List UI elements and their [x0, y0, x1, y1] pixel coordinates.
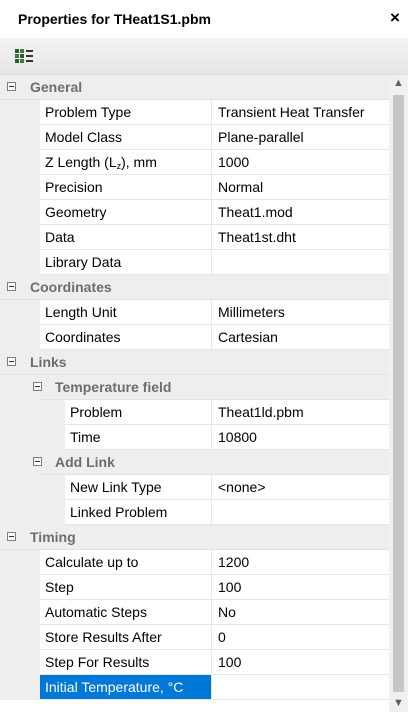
property-value[interactable]: Transient Heat Transfer [212, 100, 389, 125]
window-title: Properties for THeat1S1.pbm [18, 11, 211, 27]
collapse-links-toggle[interactable] [7, 357, 16, 366]
property-value[interactable]: <none> [212, 475, 389, 500]
property-value[interactable]: 100 [212, 575, 389, 600]
collapse-temperature-field-toggle[interactable] [33, 382, 42, 391]
category-timing: Timing [0, 525, 389, 550]
category-temperature-field-label: Temperature field [55, 379, 172, 395]
property-name: Model Class [40, 125, 212, 150]
scroll-down-icon[interactable]: ▼ [389, 695, 408, 712]
property-value[interactable]: Theat1ld.pbm [212, 400, 389, 425]
properties-grid-icon[interactable] [14, 47, 36, 67]
vertical-scrollbar[interactable]: ▲ ▼ [389, 75, 408, 712]
property-value[interactable]: 10800 [212, 425, 389, 450]
property-name: Time [65, 425, 212, 450]
property-name: Store Results After [40, 625, 212, 650]
property-name: Precision [40, 175, 212, 200]
property-name: Step [40, 575, 212, 600]
property-value[interactable] [212, 250, 389, 275]
property-grid: General Problem Type Transient Heat Tran… [0, 75, 389, 712]
property-value[interactable]: 100 [212, 650, 389, 675]
close-icon[interactable]: × [385, 8, 405, 28]
property-name: Step For Results [40, 650, 212, 675]
category-add-link-label: Add Link [55, 454, 115, 470]
property-row-automatic-steps[interactable]: Automatic Steps No [0, 600, 389, 625]
property-name: Data [40, 225, 212, 250]
property-name: Automatic Steps [40, 600, 212, 625]
property-value[interactable]: Theat1.mod [212, 200, 389, 225]
category-links: Links [0, 350, 389, 375]
property-name: Library Data [40, 250, 212, 275]
scrollbar-thumb[interactable] [393, 95, 404, 692]
property-row-tf-time[interactable]: Time 10800 [0, 425, 389, 450]
property-row-step[interactable]: Step 100 [0, 575, 389, 600]
category-temperature-field: Temperature field [0, 375, 389, 400]
property-value[interactable]: Plane-parallel [212, 125, 389, 150]
collapse-general-toggle[interactable] [7, 82, 16, 91]
property-name: Problem Type [40, 100, 212, 125]
property-name: Calculate up to [40, 550, 212, 575]
property-name: Initial Temperature, °C [40, 675, 212, 700]
property-name: Geometry [40, 200, 212, 225]
property-row-length-unit[interactable]: Length Unit Millimeters [0, 300, 389, 325]
title-bar: Properties for THeat1S1.pbm × [0, 0, 408, 38]
category-add-link: Add Link [0, 450, 389, 475]
property-row-library-data[interactable]: Library Data [0, 250, 389, 275]
property-row-precision[interactable]: Precision Normal [0, 175, 389, 200]
category-general: General [0, 75, 389, 100]
property-row-initial-temperature[interactable]: Initial Temperature, °C [0, 675, 389, 700]
property-value[interactable]: No [212, 600, 389, 625]
property-value[interactable] [212, 675, 389, 700]
property-name: Coordinates [40, 325, 212, 350]
property-row-calculate-up-to[interactable]: Calculate up to 1200 [0, 550, 389, 575]
collapse-add-link-toggle[interactable] [33, 457, 42, 466]
property-value[interactable]: Theat1st.dht [212, 225, 389, 250]
category-coordinates-label: Coordinates [30, 279, 112, 295]
property-row-coordinates[interactable]: Coordinates Cartesian [0, 325, 389, 350]
collapse-coordinates-toggle[interactable] [7, 282, 16, 291]
category-coordinates: Coordinates [0, 275, 389, 300]
property-name: Length Unit [40, 300, 212, 325]
property-value[interactable]: 0 [212, 625, 389, 650]
property-value[interactable]: 1200 [212, 550, 389, 575]
property-name: New Link Type [65, 475, 212, 500]
property-row-tf-problem[interactable]: Problem Theat1ld.pbm [0, 400, 389, 425]
property-row-new-link-type[interactable]: New Link Type <none> [0, 475, 389, 500]
property-row-data[interactable]: Data Theat1st.dht [0, 225, 389, 250]
category-general-label: General [30, 79, 83, 95]
property-row-store-results-after[interactable]: Store Results After 0 [0, 625, 389, 650]
property-name: Problem [65, 400, 212, 425]
property-value[interactable]: Cartesian [212, 325, 389, 350]
property-value[interactable]: 1000 [212, 150, 389, 175]
property-row-model-class[interactable]: Model Class Plane-parallel [0, 125, 389, 150]
property-row-step-for-results[interactable]: Step For Results 100 [0, 650, 389, 675]
property-row-problem-type[interactable]: Problem Type Transient Heat Transfer [0, 100, 389, 125]
property-name: Z Length (Lz), mm [40, 150, 212, 175]
collapse-timing-toggle[interactable] [7, 532, 16, 541]
property-value[interactable] [212, 500, 389, 525]
property-value[interactable]: Millimeters [212, 300, 389, 325]
toolbar [0, 38, 408, 75]
property-row-linked-problem[interactable]: Linked Problem [0, 500, 389, 525]
property-name: Linked Problem [65, 500, 212, 525]
scroll-up-icon[interactable]: ▲ [389, 75, 408, 92]
property-row-geometry[interactable]: Geometry Theat1.mod [0, 200, 389, 225]
property-value[interactable]: Normal [212, 175, 389, 200]
category-links-label: Links [30, 354, 67, 370]
property-row-z-length[interactable]: Z Length (Lz), mm 1000 [0, 150, 389, 175]
category-timing-label: Timing [30, 529, 76, 545]
